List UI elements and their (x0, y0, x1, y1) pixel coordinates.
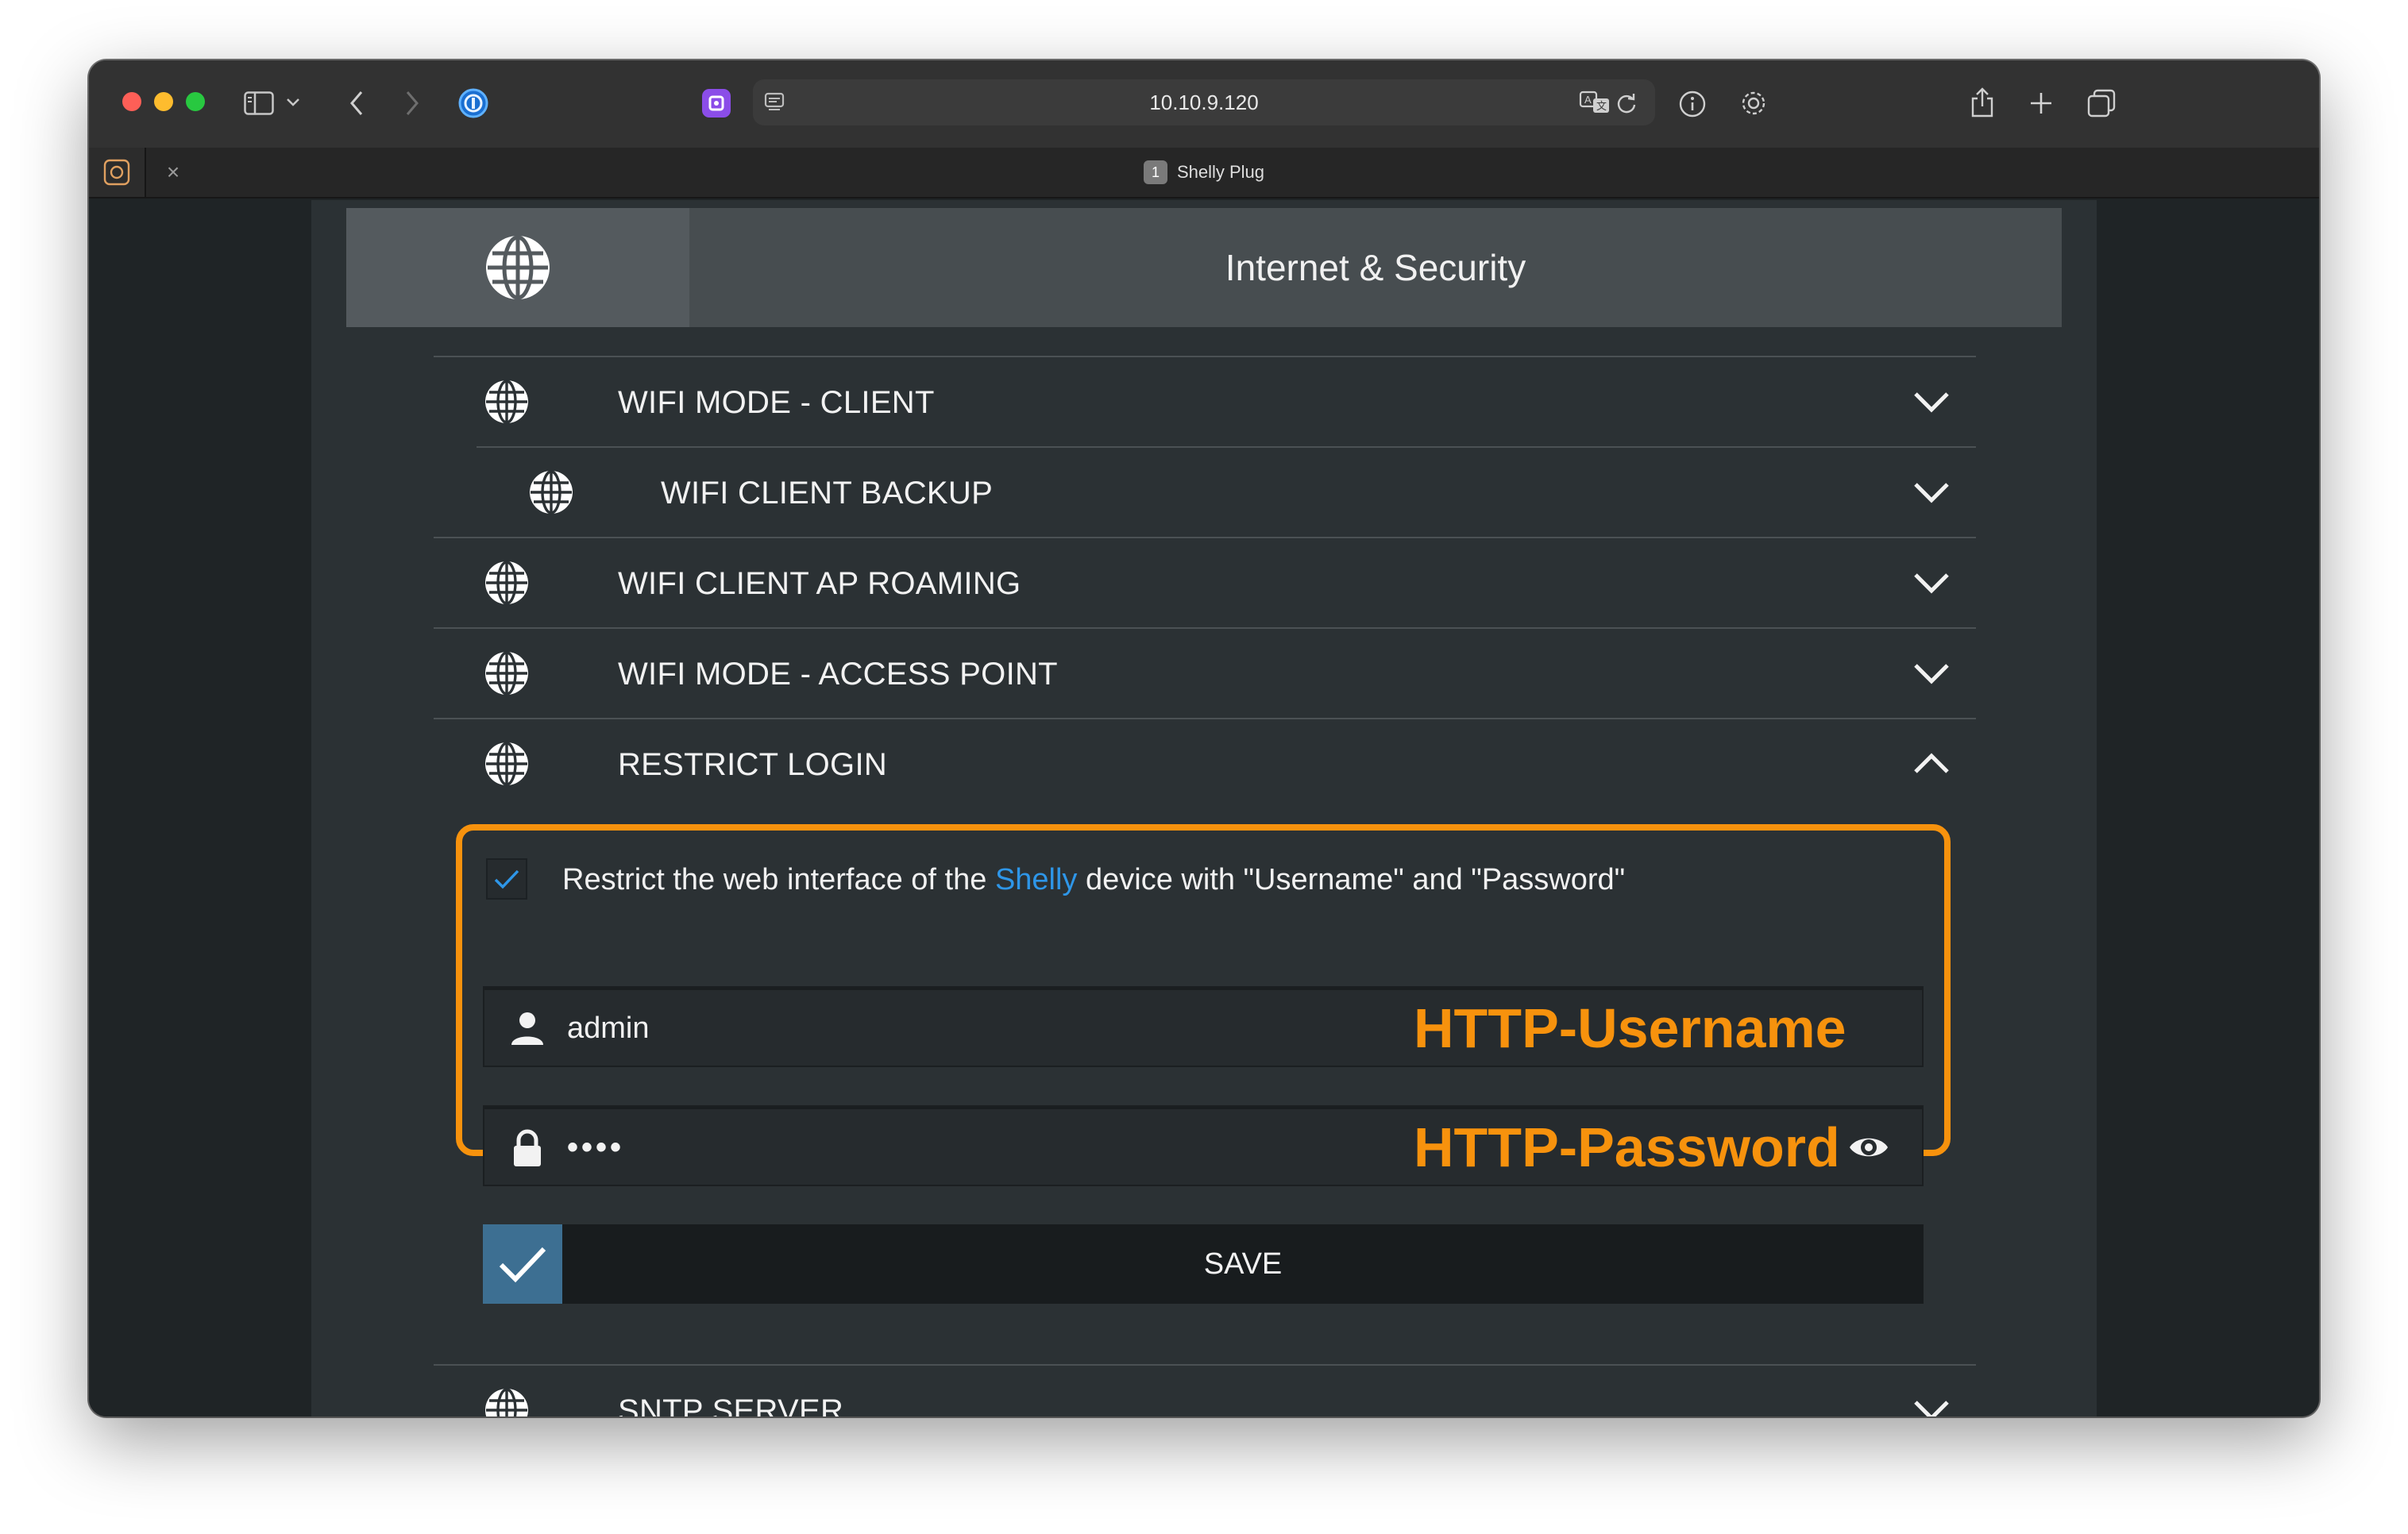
reload-icon[interactable] (1614, 91, 1639, 116)
active-tab[interactable]: 1 Shelly Plug (89, 148, 2319, 197)
globe-icon (485, 1388, 528, 1416)
browser-toolbar: 10.10.9.120 A文 (89, 60, 2319, 148)
close-window-button[interactable] (122, 92, 141, 111)
accordion-wifi-mode-client[interactable]: WIFI MODE - CLIENT (434, 356, 1976, 446)
checkmark-icon (494, 869, 519, 889)
globe-icon (485, 380, 528, 424)
username-field[interactable]: admin HTTP-Username (483, 986, 1924, 1067)
chevron-up-icon (1914, 753, 1949, 773)
browser-window: 10.10.9.120 A文 × 1 Shelly Plug Internet … (89, 60, 2319, 1416)
restrict-login-description: Restrict the web interface of the Shelly… (562, 856, 1625, 904)
extension-icon[interactable] (700, 87, 732, 119)
description-text-end: device with "Username" and "Password" (1077, 862, 1626, 896)
accordion-label: WIFI MODE - ACCESS POINT (618, 656, 1058, 692)
username-annotation: HTTP-Username (1414, 997, 1847, 1059)
svg-text:文: 文 (1596, 100, 1607, 112)
info-icon[interactable] (1677, 89, 1708, 119)
forward-icon[interactable] (400, 87, 424, 119)
accordion-label: RESTRICT LOGIN (618, 746, 888, 782)
chevron-down-icon (1914, 664, 1949, 684)
checkmark-icon (499, 1247, 546, 1283)
chevron-down-icon (1914, 392, 1949, 413)
section-icon-box (346, 208, 689, 327)
settings-panel: Internet & Security WIFI MODE - CLIENT W… (311, 200, 2097, 1416)
section-header: Internet & Security (346, 208, 2062, 327)
password-field[interactable]: •••• HTTP-Password (483, 1105, 1924, 1186)
translate-icon[interactable]: A文 (1579, 89, 1611, 116)
tab-bar: × 1 Shelly Plug (89, 148, 2319, 198)
user-icon (511, 1012, 543, 1045)
tab-overview-icon[interactable] (2086, 87, 2117, 119)
username-value: admin (567, 1011, 650, 1045)
tab-title-text: Shelly Plug (1176, 162, 1265, 182)
chevron-down-icon[interactable] (284, 94, 302, 111)
globe-icon (530, 470, 573, 515)
accordion-wifi-client-ap-roaming[interactable]: WIFI CLIENT AP ROAMING (434, 537, 1976, 627)
page-viewport: Internet & Security WIFI MODE - CLIENT W… (89, 200, 2319, 1416)
chevron-down-icon (1914, 483, 1949, 503)
back-icon[interactable] (345, 87, 369, 119)
accordion-label: SNTP SERVER (618, 1393, 844, 1417)
url-text: 10.10.9.120 (1149, 90, 1259, 114)
minimize-window-button[interactable] (154, 92, 173, 111)
chevron-down-icon (1914, 1401, 1949, 1416)
show-password-eye-icon[interactable] (1847, 1131, 1890, 1164)
sidebar-icon[interactable] (243, 91, 275, 116)
password-value: •••• (567, 1129, 625, 1165)
lock-icon (514, 1129, 541, 1166)
settings-icon[interactable] (1738, 87, 1769, 119)
globe-icon (485, 742, 528, 786)
description-text-start: Restrict the web interface of the (562, 862, 995, 896)
globe-icon (485, 651, 528, 696)
accordion-label: WIFI MODE - CLIENT (618, 384, 935, 420)
password-annotation: HTTP-Password (1414, 1116, 1840, 1178)
new-tab-icon[interactable] (2027, 89, 2055, 118)
accordion-wifi-mode-access-point[interactable]: WIFI MODE - ACCESS POINT (434, 627, 1976, 718)
accordion-label: WIFI CLIENT BACKUP (661, 475, 994, 511)
section-title: Internet & Security (1225, 247, 1526, 288)
chevron-down-icon (1914, 573, 1949, 594)
address-bar[interactable]: 10.10.9.120 A文 (753, 79, 1655, 125)
globe-icon (486, 235, 550, 300)
globe-icon (485, 561, 528, 605)
accordion-label: WIFI CLIENT AP ROAMING (618, 565, 1021, 601)
accordion-wifi-client-backup[interactable]: WIFI CLIENT BACKUP (477, 446, 1976, 537)
accordion-sntp-server[interactable]: SNTP SERVER (434, 1364, 1976, 1416)
restrict-login-checkbox[interactable] (486, 858, 527, 900)
share-icon[interactable] (1968, 86, 1997, 119)
save-check-box (483, 1224, 562, 1304)
save-button[interactable]: SAVE (483, 1224, 1924, 1304)
tab-index-badge: 1 (1143, 160, 1167, 184)
shelly-link[interactable]: Shelly (995, 863, 1078, 897)
accordion-restrict-login[interactable]: RESTRICT LOGIN (434, 718, 1976, 808)
save-label: SAVE (1203, 1247, 1283, 1281)
zoom-window-button[interactable] (186, 92, 205, 111)
svg-text:A: A (1584, 94, 1592, 106)
password-manager-icon[interactable] (457, 87, 489, 119)
